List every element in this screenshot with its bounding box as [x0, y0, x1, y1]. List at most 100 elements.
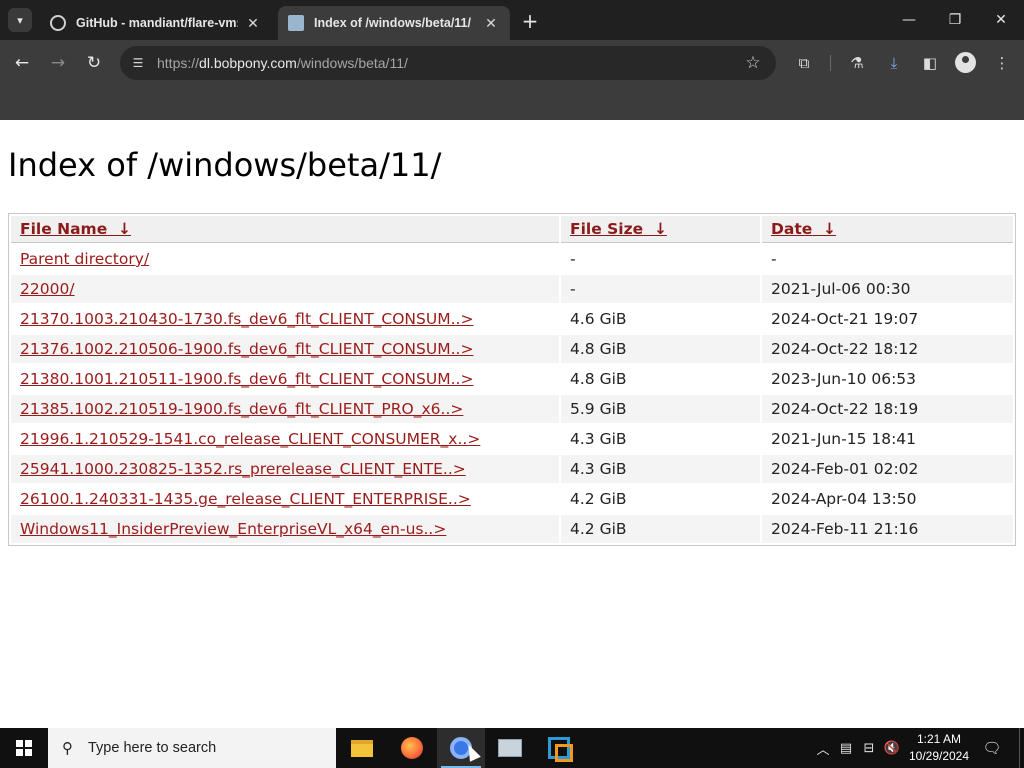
taskbar-firefox[interactable]: [388, 728, 436, 768]
table-row: 25941.1000.230825-1352.rs_prerelease_CLI…: [11, 455, 1013, 483]
forward-button[interactable]: →: [44, 49, 72, 77]
side-panel-icon[interactable]: ◧: [917, 50, 943, 76]
table-row: Parent directory/ - -: [11, 245, 1013, 273]
file-link[interactable]: 25941.1000.230825-1352.rs_prerelease_CLI…: [20, 460, 466, 478]
table-header-row: File Name ↓ File Size ↓ Date ↓: [11, 216, 1013, 243]
url-path: /windows/beta/11/: [296, 55, 408, 71]
taskbar-chrome[interactable]: [437, 728, 485, 768]
browser-tabstrip: ▾ GitHub - mandiant/flare-vm: A ✕ Index …: [0, 0, 1024, 40]
url-text[interactable]: https://dl.bobpony.com/windows/beta/11/: [157, 55, 408, 71]
system-clock[interactable]: 1:21 AM 10/29/2024: [904, 731, 974, 765]
page-content: Index of /windows/beta/11/ File Name ↓ F…: [0, 120, 1024, 728]
table-row: 21380.1001.210511-1900.fs_dev6_flt_CLIEN…: [11, 365, 1013, 393]
restore-button[interactable]: ❐: [932, 6, 978, 34]
sort-by-name-link[interactable]: File Name ↓: [20, 220, 131, 238]
table-row: 22000/ - 2021-Jul-06 00:30: [11, 275, 1013, 303]
file-date: 2023-Jun-10 06:53: [771, 370, 917, 388]
file-link[interactable]: Parent directory/: [20, 250, 149, 268]
search-icon: ⚲: [62, 739, 73, 757]
table-row: 21385.1002.210519-1900.fs_dev6_flt_CLIEN…: [11, 395, 1013, 423]
url-host: dl.bobpony.com: [199, 55, 297, 71]
page-title: Index of /windows/beta/11/: [8, 146, 442, 184]
table-row: Windows11_InsiderPreview_EnterpriseVL_x6…: [11, 515, 1013, 543]
file-listing-table: File Name ↓ File Size ↓ Date ↓ Parent di…: [8, 213, 1016, 546]
file-date: 2024-Apr-04 13:50: [771, 490, 917, 508]
file-date: 2024-Feb-11 21:16: [762, 515, 1013, 543]
extensions-icon[interactable]: ⧉: [791, 50, 817, 76]
file-date: -: [771, 250, 777, 268]
file-link[interactable]: Windows11_InsiderPreview_EnterpriseVL_x6…: [20, 520, 446, 538]
file-date: 2024-Oct-21 19:07: [771, 310, 919, 328]
site-info-icon[interactable]: ☰: [128, 53, 148, 73]
start-button[interactable]: [0, 728, 48, 768]
col-header-file-name: File Name ↓: [11, 216, 559, 243]
clock-date: 10/29/2024: [908, 749, 970, 763]
windows-logo-icon: [16, 740, 32, 756]
file-size: -: [570, 250, 576, 268]
tab-index[interactable]: Index of /windows/beta/11/ ✕: [278, 6, 510, 40]
file-size: 4.2 GiB: [561, 515, 760, 543]
menu-kebab-icon[interactable]: ⋮: [989, 50, 1015, 76]
sort-by-size-link[interactable]: File Size ↓: [570, 220, 667, 238]
document-icon: [288, 15, 304, 31]
chevron-up-icon[interactable]: ︿: [813, 738, 833, 758]
address-bar[interactable]: ☰ https://dl.bobpony.com/windows/beta/11…: [120, 46, 776, 80]
file-date: 2024-Oct-22 18:19: [762, 395, 1013, 423]
file-link[interactable]: 21376.1002.210506-1900.fs_dev6_flt_CLIEN…: [20, 340, 473, 358]
notification-center-icon[interactable]: 🗨: [980, 736, 1004, 760]
reload-button[interactable]: ↻: [80, 49, 108, 77]
bookmark-bar: [0, 86, 1024, 120]
file-size: 4.2 GiB: [570, 490, 627, 508]
file-size: -: [561, 275, 760, 303]
close-window-button[interactable]: ✕: [978, 6, 1024, 34]
table-row: 26100.1.240331-1435.ge_release_CLIENT_EN…: [11, 485, 1013, 513]
back-button[interactable]: ←: [8, 49, 36, 77]
file-link[interactable]: 26100.1.240331-1435.ge_release_CLIENT_EN…: [20, 490, 471, 508]
network-icon[interactable]: ⊟: [859, 738, 879, 758]
minimize-button[interactable]: —: [886, 6, 932, 34]
col-header-file-size: File Size ↓: [561, 216, 760, 243]
tab-github[interactable]: GitHub - mandiant/flare-vm: A ✕: [40, 6, 272, 40]
windows-taskbar: ⚲ Type here to search ︿ ▤ ⊟ 🔇 1:21 AM 10…: [0, 728, 1024, 768]
file-size: 4.8 GiB: [570, 370, 627, 388]
show-desktop-button[interactable]: [1019, 728, 1024, 768]
file-size: 4.6 GiB: [570, 310, 627, 328]
labs-flask-icon[interactable]: ⚗: [844, 50, 870, 76]
clock-time: 1:21 AM: [916, 732, 962, 746]
tab-title: GitHub - mandiant/flare-vm: A: [76, 16, 238, 30]
file-date: 2021-Jun-15 18:41: [771, 430, 917, 448]
volume-muted-icon[interactable]: 🔇: [882, 738, 902, 758]
tab-close-icon[interactable]: ✕: [244, 14, 262, 32]
taskbar-file-explorer[interactable]: [338, 728, 386, 768]
search-placeholder: Type here to search: [88, 740, 217, 756]
tab-search-button[interactable]: ▾: [8, 8, 32, 32]
taskbar-search-box[interactable]: ⚲ Type here to search: [48, 728, 336, 768]
table-row: 21370.1003.210430-1730.fs_dev6_flt_CLIEN…: [11, 305, 1013, 333]
file-link[interactable]: 21385.1002.210519-1900.fs_dev6_flt_CLIEN…: [20, 400, 463, 418]
url-scheme: https://: [157, 55, 200, 71]
bookmark-star-icon[interactable]: ☆: [742, 52, 764, 74]
taskbar-vmware[interactable]: [535, 728, 583, 768]
table-row: 21996.1.210529-1541.co_release_CLIENT_CO…: [11, 425, 1013, 453]
firefox-icon: [401, 737, 423, 759]
file-link[interactable]: 21380.1001.210511-1900.fs_dev6_flt_CLIEN…: [20, 370, 473, 388]
file-link[interactable]: 21996.1.210529-1541.co_release_CLIENT_CO…: [20, 430, 480, 448]
storage-icon[interactable]: ▤: [836, 738, 856, 758]
file-link[interactable]: 22000/: [20, 280, 75, 298]
profile-avatar-icon[interactable]: [955, 52, 976, 73]
file-size: 4.8 GiB: [561, 335, 760, 363]
sort-by-date-link[interactable]: Date ↓: [771, 220, 836, 238]
file-size: 5.9 GiB: [561, 395, 760, 423]
file-link[interactable]: 21370.1003.210430-1730.fs_dev6_flt_CLIEN…: [20, 310, 473, 328]
server-manager-icon: [498, 739, 522, 757]
tab-close-icon[interactable]: ✕: [482, 14, 500, 32]
new-tab-button[interactable]: +: [518, 9, 542, 33]
file-size: 4.3 GiB: [570, 430, 627, 448]
download-icon[interactable]: ⤓: [881, 50, 907, 76]
file-explorer-icon: [351, 739, 373, 757]
file-size: 4.3 GiB: [561, 455, 760, 483]
file-date: 2024-Feb-01 02:02: [762, 455, 1013, 483]
toolbar-divider: [830, 55, 831, 71]
taskbar-server-manager[interactable]: [486, 728, 534, 768]
table-row: 21376.1002.210506-1900.fs_dev6_flt_CLIEN…: [11, 335, 1013, 363]
